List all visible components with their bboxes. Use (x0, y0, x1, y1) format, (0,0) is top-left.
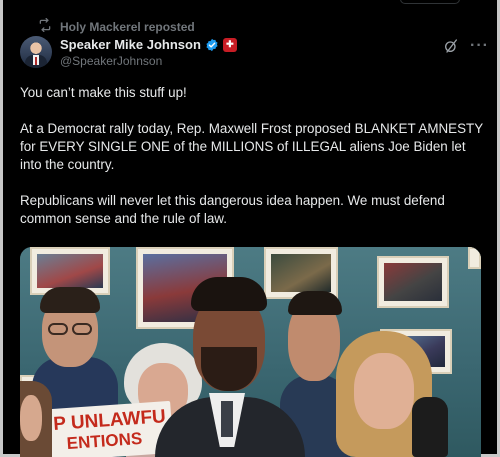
author-display-name[interactable]: Speaker Mike Johnson (60, 37, 201, 52)
government-badge-icon: ✚ (222, 37, 237, 52)
author-avatar[interactable] (20, 36, 52, 68)
grok-icon[interactable] (443, 38, 459, 54)
verified-badge-icon (206, 38, 218, 51)
sign-text: ENTIONS (66, 428, 143, 454)
tweet-paragraph: You can’t make this stuff up! (20, 85, 187, 100)
author-name-row: Speaker Mike Johnson ✚ (60, 37, 237, 52)
tweet-media-image[interactable]: P UNLAWFU ENTIONS (20, 247, 481, 457)
microphone (412, 397, 448, 457)
repost-icon (38, 17, 52, 35)
top-toolbar-pill (400, 0, 460, 4)
repost-text: Holy Mackerel reposted (60, 19, 195, 34)
person-left-edge (20, 381, 54, 457)
window-border-left (0, 0, 3, 457)
wall-photo (468, 247, 481, 269)
author-handle[interactable]: @SpeakerJohnson (60, 54, 162, 68)
tweet-paragraph: Republicans will never let this dangerou… (20, 193, 445, 226)
wall-photo (377, 256, 449, 308)
person-speaker (145, 277, 305, 457)
tweet-body: You can’t make this stuff up! At a Democ… (20, 84, 490, 246)
tweet-paragraph: At a Democrat rally today, Rep. Maxwell … (20, 121, 483, 172)
repost-indicator[interactable]: Holy Mackerel reposted (38, 17, 195, 35)
more-icon[interactable]: ··· (470, 37, 489, 55)
